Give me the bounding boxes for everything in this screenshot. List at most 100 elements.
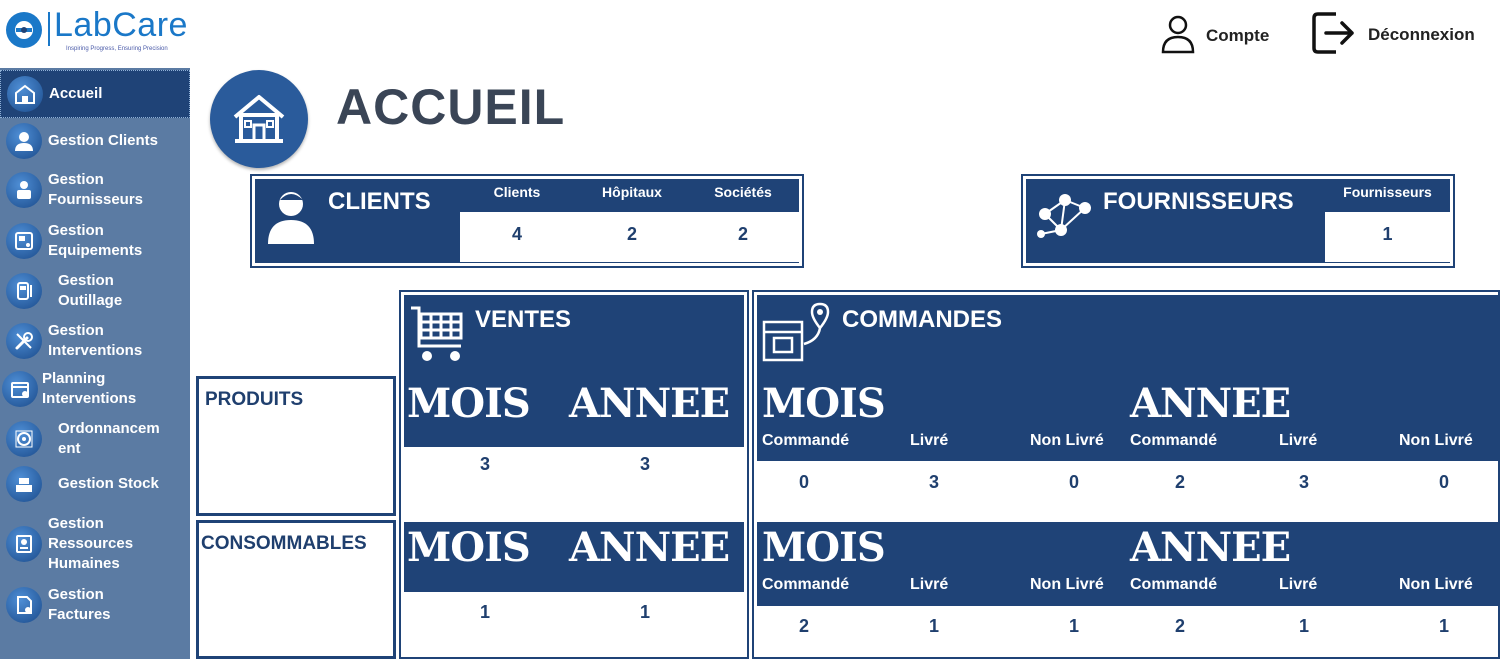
produits-annee-commande-header: Commandé	[1130, 432, 1218, 449]
sidebar-item-planning[interactable]: Planning Interventions	[0, 366, 190, 412]
suppliers-column-header: Fournisseurs	[1343, 184, 1432, 200]
commandes-title: COMMANDES	[842, 306, 1002, 333]
logo: LabCare Inspiring Progress, Ensuring Pre…	[46, 6, 196, 52]
clients-column-header: Clients	[493, 184, 541, 200]
sidebar: Accueil Gestion Clients Gestion Fourniss…	[0, 68, 190, 659]
sidebar-item-clients[interactable]: Gestion Clients	[0, 118, 190, 164]
produits-annee-non-livre-value: 0	[1438, 472, 1449, 492]
consommables-mois-commande-header: Commandé	[762, 576, 850, 593]
sidebar-item-ordonnancement[interactable]: Ordonnancem ent	[0, 416, 190, 462]
sidebar-item-label: Gestion Factures	[48, 586, 111, 623]
logo-tagline: Inspiring Progress, Ensuring Precision	[66, 46, 168, 52]
user-icon	[266, 188, 316, 251]
sidebar-item-label: Gestion Equipements	[48, 222, 143, 259]
suppliers-count: 1	[1382, 224, 1393, 244]
sidebar-item-outillage[interactable]: Gestion Outillage	[0, 268, 190, 314]
consommables-annee-commande-header: Commandé	[1130, 576, 1218, 593]
ventes-produits-annee-value: 3	[639, 454, 650, 474]
calendar-icon	[2, 371, 38, 407]
client-icon	[6, 123, 42, 159]
consommables-mois-livre-value: 1	[928, 616, 939, 636]
produits-mois-commande-header: Commandé	[762, 432, 850, 449]
hospitals-count: 2	[626, 224, 637, 244]
produits-row-label-box: PRODUITS	[196, 376, 396, 516]
sidebar-item-fournisseurs[interactable]: Gestion Fournisseurs	[0, 166, 190, 214]
sidebar-item-factures[interactable]: Gestion Factures	[0, 582, 190, 628]
sidebar-item-label: Ordonnancem ent	[58, 420, 160, 457]
package-location-icon	[760, 300, 832, 371]
produits-annee-livre-header: Livré	[1279, 432, 1318, 449]
user-icon	[1160, 14, 1196, 59]
companies-count: 2	[737, 224, 748, 244]
clients-card: CLIENTS Clients Hôpitaux Sociétés 4 2 2	[250, 174, 804, 268]
produits-mois-non-livre-value: 0	[1068, 472, 1079, 492]
sidebar-item-label: Gestion Stock	[58, 475, 159, 492]
consommables-annee-livre-header: Livré	[1279, 576, 1318, 593]
invoice-icon	[6, 587, 42, 623]
sidebar-item-interventions[interactable]: Gestion Interventions	[0, 318, 190, 364]
clients-title: CLIENTS	[328, 188, 431, 215]
consommables-row-label-box: CONSOMMABLES	[196, 520, 396, 659]
sidebar-item-accueil[interactable]: Accueil	[0, 70, 190, 118]
produits-label: PRODUITS	[205, 389, 304, 410]
consommables-mois-livre-header: Livré	[910, 576, 949, 593]
produits-annee-livre-value: 3	[1298, 472, 1309, 492]
cart-icon	[409, 302, 467, 369]
produits-annee-non-livre-header: Non Livré	[1399, 432, 1473, 449]
consommables-mois-non-livre-header: Non Livré	[1030, 576, 1104, 593]
produits-mois-commande-value: 0	[798, 472, 809, 492]
page-title: ACCUEIL	[336, 79, 566, 135]
wrench-icon	[6, 323, 42, 359]
ventes-produits-mois-header: MOIS	[407, 380, 531, 427]
consommables-annee-non-livre-value: 1	[1438, 616, 1449, 636]
hr-icon	[6, 526, 42, 562]
produits-mois-non-livre-header: Non Livré	[1030, 432, 1104, 449]
consommables-annee-livre-value: 1	[1298, 616, 1309, 636]
account-button[interactable]: Compte	[1160, 14, 1269, 58]
ventes-consommables-annee-header: ANNEE	[569, 524, 730, 571]
sidebar-item-label: Gestion Clients	[48, 132, 159, 149]
sidebar-item-label: Gestion Outillage	[58, 272, 123, 309]
consommables-mois-non-livre-value: 1	[1068, 616, 1079, 636]
logo-icon	[4, 10, 44, 50]
commandes-produits-mois-header: MOIS	[762, 380, 886, 427]
ventes-produits-annee-header: ANNEE	[569, 380, 730, 427]
logout-label: Déconnexion	[1368, 25, 1475, 44]
sidebar-item-rh[interactable]: Gestion Ressources Humaines	[0, 512, 190, 576]
sidebar-item-label: Gestion Interventions	[48, 322, 143, 359]
hospitals-column-header: Hôpitaux	[602, 184, 662, 200]
sidebar-item-label: Gestion Ressources Humaines	[48, 515, 134, 572]
sidebar-item-label: Gestion Fournisseurs	[48, 171, 144, 208]
ventes-produits-mois-value: 3	[479, 454, 490, 474]
produits-mois-livre-header: Livré	[910, 432, 949, 449]
ventes-panel: VENTES MOIS ANNEE 3 3 MOIS ANNEE 1 1	[399, 290, 749, 659]
clients-count: 4	[511, 224, 522, 244]
companies-column-header: Sociétés	[714, 184, 772, 200]
logout-button[interactable]: Déconnexion	[1310, 10, 1475, 61]
sidebar-item-stock[interactable]: Gestion Stock	[0, 464, 190, 504]
ventes-consommables-annee-value: 1	[639, 602, 650, 622]
consommables-annee-commande-value: 2	[1174, 616, 1185, 636]
consommables-annee-non-livre-header: Non Livré	[1399, 576, 1473, 593]
network-icon	[1031, 186, 1097, 249]
sidebar-item-equipements[interactable]: Gestion Equipements	[0, 218, 190, 264]
consommables-label: CONSOMMABLES	[201, 533, 367, 554]
commandes-consommables-mois-header: MOIS	[762, 524, 886, 571]
logout-icon	[1310, 10, 1358, 61]
account-label: Compte	[1206, 26, 1270, 45]
consommables-mois-commande-value: 2	[798, 616, 809, 636]
home-icon	[210, 70, 308, 168]
produits-mois-livre-value: 3	[928, 472, 939, 492]
sidebar-item-label: Accueil	[49, 85, 103, 102]
logo-title: LabCare	[54, 6, 188, 44]
supplier-icon	[6, 172, 42, 208]
stock-icon	[6, 466, 42, 502]
home-icon	[7, 76, 43, 112]
commandes-consommables-annee-header: ANNEE	[1130, 524, 1291, 571]
commandes-produits-annee-header: ANNEE	[1130, 380, 1291, 427]
suppliers-card: FOURNISSEURS Fournisseurs 1	[1021, 174, 1455, 268]
ventes-title: VENTES	[475, 306, 572, 333]
gear-icon	[6, 421, 42, 457]
sidebar-item-label: Planning Interventions	[42, 370, 137, 407]
tool-icon	[6, 273, 42, 309]
